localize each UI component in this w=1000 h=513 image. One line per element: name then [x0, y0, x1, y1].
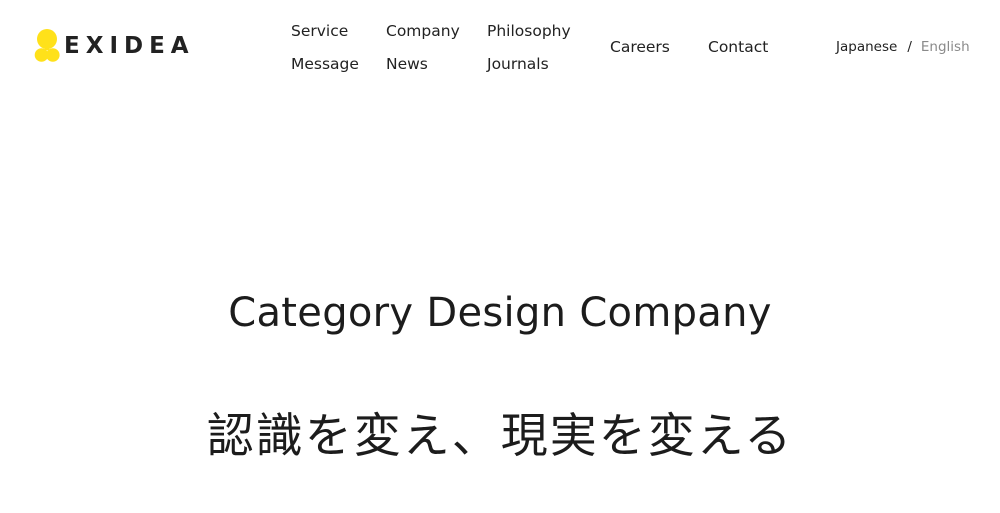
brand-wordmark: EXIDEA: [64, 32, 195, 59]
nav-link-message[interactable]: Message: [291, 54, 359, 74]
nav-link-careers[interactable]: Careers: [610, 37, 670, 57]
exidea-logo-link[interactable]: EXIDEA: [34, 27, 195, 65]
language-japanese-link[interactable]: Japanese: [836, 37, 897, 57]
nav-link-journals[interactable]: Journals: [487, 54, 549, 74]
nav-link-news[interactable]: News: [386, 54, 428, 74]
nav-link-philosophy[interactable]: Philosophy: [487, 21, 571, 41]
nav-link-service[interactable]: Service: [291, 21, 348, 41]
language-english-link[interactable]: English: [921, 37, 970, 57]
nav-link-company[interactable]: Company: [386, 21, 460, 41]
site-header: EXIDEA Service Company Philosophy Messag…: [0, 0, 1000, 95]
nav-link-contact[interactable]: Contact: [708, 37, 768, 57]
hero-tagline-english: Category Design Company: [228, 290, 772, 336]
yellow-circles-logo-icon: [34, 29, 60, 62]
language-switcher: Japanese / English: [836, 37, 970, 57]
hero-tagline-japanese: 認識を変え、現実を変える: [206, 409, 794, 464]
language-separator: /: [907, 39, 912, 55]
